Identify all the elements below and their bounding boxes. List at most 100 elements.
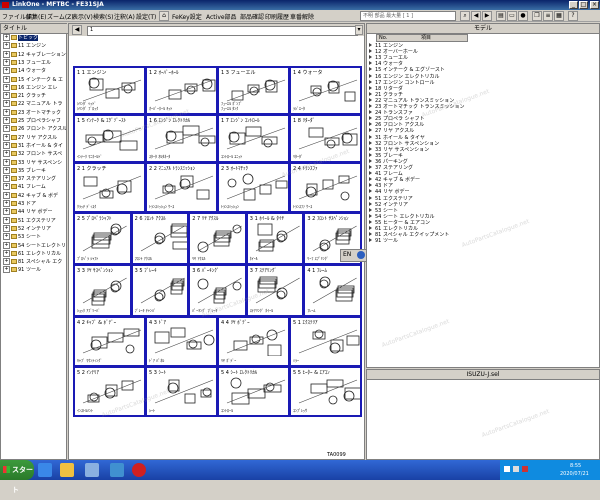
column-item[interactable]: 項目 (421, 35, 431, 42)
expand-icon[interactable]: + (3, 34, 10, 41)
expand-icon[interactable]: + (3, 100, 10, 108)
row-expand-icon[interactable] (369, 195, 372, 200)
tree-item[interactable]: +22 マニュアル トラ (3, 100, 66, 108)
row-expand-icon[interactable] (369, 238, 372, 243)
expand-icon[interactable]: + (3, 200, 10, 207)
illustration-cell[interactable]: 4 3 ﾄﾞｱ ﾄﾞｱ ﾊﾟﾈﾙ (145, 316, 218, 367)
row-expand-icon[interactable] (369, 165, 372, 169)
expand-icon[interactable]: + (3, 266, 10, 274)
folder-icon[interactable] (60, 463, 74, 477)
row-expand-icon[interactable] (369, 128, 372, 133)
expand-icon[interactable]: + (3, 133, 10, 141)
expand-icon[interactable]: + (3, 233, 10, 241)
parts-row[interactable]: 21 クラッチ (369, 91, 403, 98)
expand-icon[interactable]: + (3, 108, 10, 116)
illustration-cell[interactable]: 3 1 ﾎｲｰﾙ & ﾀｲﾔ ﾎｲｰﾙ (245, 212, 305, 265)
copy-icon[interactable]: ❐ (532, 11, 542, 21)
expand-icon[interactable]: + (3, 150, 10, 158)
expand-icon[interactable]: + (3, 117, 10, 124)
tree-item[interactable]: +26 フロント アクスル (3, 125, 66, 133)
grid-icon[interactable]: ▦ (554, 11, 564, 21)
tree-item[interactable]: +43 ドア (3, 200, 66, 208)
illustration-cell[interactable]: 1 3 フューエル ﾌｭｰｴﾙ ﾎﾟﾝﾌﾟ ﾌｭｰｴﾙ ﾀﾝｸ (217, 66, 290, 115)
row-expand-icon[interactable] (369, 122, 372, 127)
tree-item[interactable]: +12 キャブレーション (3, 50, 66, 59)
parts-row[interactable]: 61 エレクトリカル (369, 226, 418, 232)
address-dropdown-icon[interactable]: ▾ (355, 25, 363, 35)
help-icon[interactable]: ? (568, 11, 578, 21)
parts-row[interactable]: 54 シート エレクトリカル (369, 213, 435, 220)
parts-row[interactable]: 17 エンジン コントロール (369, 79, 435, 86)
search-input[interactable]: 不明 部品 最大量 [ 1 ] (360, 11, 456, 21)
expand-icon[interactable]: + (3, 216, 10, 224)
tree-item[interactable]: +13 フューエル (3, 58, 66, 67)
row-expand-icon[interactable] (369, 85, 372, 90)
illustration-cell[interactable]: 2 5 ﾌﾟﾛﾍﾟﾗｼｬﾌﾄ ﾌﾟﾛﾍﾟﾗ ｼｬﾌﾄ (73, 212, 132, 265)
back-icon[interactable]: ◀ (471, 11, 481, 21)
menu-settings[interactable]: 設定(T) (136, 12, 156, 21)
tree-item[interactable]: +41 フレーム (3, 183, 66, 191)
illustration-cell[interactable]: 5 5 ﾋｰﾀｰ & ｴｱｺﾝ ｺﾝﾌﾟﾚｯｻ (289, 366, 362, 417)
start-button[interactable]: スタート (0, 460, 34, 494)
parts-row[interactable]: 27 リヤ アクスル (369, 128, 414, 134)
parts-row[interactable]: 35 ブレーキ (369, 152, 403, 159)
page-icon[interactable]: ▭ (507, 11, 517, 21)
illustration-cell[interactable]: 3 7 ｽﾃｱﾘﾝｸﾞ ｽﾃｱﾘﾝｸﾞ ﾎｲｰﾙ (245, 264, 305, 317)
parts-row[interactable]: 32 フロント サスペンション (369, 140, 439, 147)
row-expand-icon[interactable] (369, 232, 372, 237)
expand-icon[interactable]: + (3, 241, 10, 249)
parts-row[interactable]: 44 リヤ ボデー (369, 189, 410, 195)
address-input[interactable]: 1 (87, 26, 358, 36)
parts-row[interactable]: 12 オーバーホール (369, 49, 418, 55)
parts-row[interactable]: 51 エクステリア (369, 195, 413, 202)
illustration-cell[interactable]: 1 7 ｴﾝｼﾞﾝ ｺﾝﾄﾛｰﾙ ｺﾝﾄﾛｰﾙ ﾕﾆｯﾄ (217, 114, 290, 163)
illustration-cell[interactable]: 3 5 ﾌﾞﾚｰｷ ﾌﾞﾚｰｷ ﾁｬﾝﾊﾞ (130, 264, 190, 317)
row-expand-icon[interactable] (369, 49, 372, 54)
row-expand-icon[interactable] (369, 110, 372, 115)
parts-row[interactable]: 22 マニュアル トランスミッション (369, 97, 454, 104)
tree-item[interactable]: +35 ブレーキ (3, 166, 66, 175)
illustration-cell[interactable]: 5 4 ｼｰﾄ ｴﾚｸﾄﾘｶﾙ ｺﾝﾄﾛｰﾙ (217, 366, 290, 417)
print-icon[interactable]: ▤ (496, 11, 506, 21)
close-button[interactable]: × (590, 1, 599, 9)
tree-item[interactable]: +11 エンジン (3, 42, 66, 50)
expand-icon[interactable]: + (3, 75, 10, 83)
row-expand-icon[interactable] (369, 140, 372, 145)
forward-icon[interactable]: ▶ (482, 11, 492, 21)
row-expand-icon[interactable] (369, 183, 372, 188)
tree-item[interactable]: +32 フロント サスペ (3, 150, 66, 158)
row-expand-icon[interactable] (369, 116, 372, 121)
expand-icon[interactable]: + (3, 92, 10, 100)
expand-icon[interactable]: + (3, 141, 10, 149)
illustration-cell[interactable]: 2 3 ｵｰﾄﾏﾁｯｸ ﾄﾗﾝｽﾐｯｼｮﾝ (217, 162, 290, 213)
expand-icon[interactable]: + (3, 125, 10, 133)
expand-icon[interactable]: + (3, 42, 10, 50)
minimize-button[interactable]: _ (569, 1, 578, 9)
illustration-cell[interactable]: 4 1 ﾌﾚｰﾑ ﾌﾚｰﾑ (303, 264, 362, 317)
row-expand-icon[interactable] (369, 146, 372, 151)
row-expand-icon[interactable] (369, 97, 372, 102)
tree-item[interactable]: +37 ステアリング (3, 175, 66, 183)
tree-item[interactable]: +81 スペシャル エク (3, 258, 66, 266)
search-icon[interactable]: ⌕ (460, 11, 470, 21)
toolbar-vehicle-clear[interactable]: 車番解除 (290, 12, 314, 21)
parts-row[interactable]: 15 インテーク & エグゾースト (369, 67, 445, 73)
menu-annotation[interactable]: 注釈(A) (114, 12, 135, 21)
tree-item[interactable]: +91 ツール (3, 266, 66, 274)
illustration-cell[interactable]: 1 2 ｵｰﾊﾞｰﾎｰﾙ ｵｰﾊﾞｰﾎｰﾙ ｷｯﾄ (145, 66, 218, 115)
parts-row[interactable]: 26 フロント アクスル (369, 122, 424, 128)
parts-row[interactable]: 37 ステアリング (369, 165, 413, 171)
tree-item[interactable]: +25 プロペラシャフ (3, 117, 66, 125)
row-expand-icon[interactable] (369, 55, 372, 60)
illustration-cell[interactable]: 2 1 クラッチ ｸﾗｯﾁ ﾃﾞｨｽｸ (73, 162, 146, 213)
row-expand-icon[interactable] (369, 61, 372, 66)
tree-item[interactable]: +52 インテリア (3, 224, 66, 233)
row-expand-icon[interactable] (369, 73, 372, 78)
window-icon[interactable] (85, 463, 99, 477)
tree-item[interactable]: + トピック (3, 34, 66, 42)
illustration-cell[interactable]: 4 4 ﾘﾔ ﾎﾞﾃﾞｰ ﾘﾔ ﾎﾞﾃﾞｰ (217, 316, 290, 367)
tray-volume-icon[interactable] (513, 466, 519, 472)
parts-row[interactable]: 24 トランスファ (369, 110, 413, 116)
illustration-cell[interactable]: 1 4 ウォータ ﾗｼﾞｴｰﾀ (289, 66, 362, 115)
parts-row[interactable]: 91 ツール (369, 238, 398, 244)
